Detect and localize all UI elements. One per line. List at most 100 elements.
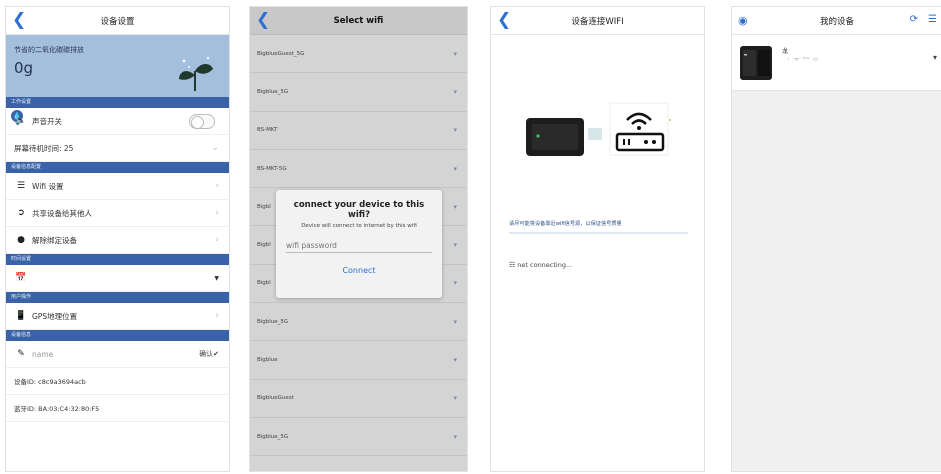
network-name: BS-MKT-5G bbox=[257, 165, 287, 172]
calendar-icon: 📅 bbox=[15, 273, 27, 283]
device-status-icons: ᛍ ᯤ ᴴᴰ ▭ bbox=[787, 57, 820, 63]
network-name: Bigbl bbox=[257, 280, 271, 287]
edit-icon: ✎ bbox=[17, 349, 25, 359]
wifi-network-item[interactable]: Bigblue_5G ▾ bbox=[250, 418, 467, 457]
network-name: Bigbl bbox=[257, 203, 271, 210]
network-name: Bigblue_5G bbox=[257, 88, 289, 95]
wifi-settings-row[interactable]: ☰ Wifi 设置 › bbox=[6, 173, 229, 200]
devices-title: 我的设备 bbox=[819, 16, 854, 27]
check-icon: ✔ bbox=[213, 350, 219, 358]
settings-header: ❮ 设备设置 bbox=[6, 7, 229, 35]
bluetooth-id-row: 蓝牙ID: BA:03:C4:32:80:F5 bbox=[6, 395, 229, 422]
settings-title: 设备设置 bbox=[100, 16, 135, 27]
wifi-title: Select wifi bbox=[333, 15, 384, 26]
sound-switch-row: 🔈 声音开关 bbox=[6, 108, 229, 135]
device-list-item[interactable]: 龙 ᛍ ᯤ ᴴᴰ ▭ ▾ bbox=[732, 35, 941, 91]
share-device-row[interactable]: ➲ 共享设备给其他人 › bbox=[6, 200, 229, 227]
wifi-settings-label: Wifi 设置 bbox=[32, 181, 64, 191]
wifi-signal-icon: ▾ bbox=[453, 49, 457, 58]
refresh-icon[interactable]: ⟳ bbox=[910, 14, 918, 25]
wifi-signal-icon: ▾ bbox=[453, 202, 457, 211]
wifi-signal-icon: ▾ bbox=[453, 241, 457, 250]
net-connecting-status: ☷ net connecting... bbox=[509, 261, 572, 269]
back-icon[interactable]: ❮ bbox=[12, 10, 26, 30]
signal-warning-text: 请尽可能将设备靠近wifi信号源，以保证信号质量 bbox=[509, 221, 622, 227]
wifi-network-item[interactable]: BigblueGuest_5G ▾ bbox=[250, 35, 467, 74]
unbind-device-label: 解除绑定设备 bbox=[32, 235, 77, 245]
gps-location-row[interactable]: 📱 GPS地理位置 › bbox=[6, 303, 229, 330]
wifi-network-item[interactable]: BS-MKT ▾ bbox=[250, 112, 467, 150]
confirm-button[interactable]: 确认✔ bbox=[199, 349, 219, 359]
device-name-input[interactable]: name bbox=[32, 350, 53, 359]
section-device-config: 设备信息配置 bbox=[6, 162, 229, 173]
wifi-network-item[interactable]: Bigblue ▾ bbox=[250, 341, 467, 380]
devices-header: ◉ 我的设备 ⟳ ☰ bbox=[732, 7, 941, 35]
dropdown-arrow-icon[interactable]: ▾ bbox=[933, 53, 937, 62]
confirm-label: 确认 bbox=[199, 350, 214, 358]
device-thumbnail bbox=[740, 46, 772, 80]
back-icon[interactable]: ❮ bbox=[497, 10, 511, 30]
connect-button[interactable]: Connect bbox=[286, 266, 432, 275]
chevron-right-icon: › bbox=[215, 181, 219, 191]
plant-icon bbox=[179, 56, 213, 91]
network-name: Bigblue_5G bbox=[257, 433, 289, 440]
section-device-info: 设备信息 bbox=[6, 330, 229, 341]
standby-time-row[interactable]: 屏幕待机时间: 25 ⌄ bbox=[6, 135, 229, 162]
connect-wifi-dialog: connect your device to this wifi? Device… bbox=[276, 190, 442, 298]
wifi-network-item[interactable]: Bigblue_5G ▾ bbox=[250, 73, 467, 112]
share-device-label: 共享设备给其他人 bbox=[32, 208, 92, 218]
section-time-settings: 时间设置 bbox=[6, 254, 229, 265]
device-name-row: ✎ name 确认✔ bbox=[6, 341, 229, 368]
section-user-actions: 用户操作 bbox=[6, 292, 229, 303]
wifi-password-input[interactable] bbox=[286, 239, 432, 253]
network-name: Bigblue bbox=[257, 357, 278, 364]
connect-header: ❮ 设备连接WIFI bbox=[491, 7, 704, 35]
wifi-signal-icon: ▾ bbox=[453, 356, 457, 365]
user-profile-icon[interactable]: ◉ bbox=[738, 14, 748, 27]
device-name: 龙 bbox=[782, 48, 789, 55]
chevron-right-icon: › bbox=[215, 311, 219, 321]
bluetooth-id: 蓝牙ID: BA:03:C4:32:80:F5 bbox=[14, 405, 100, 413]
unbind-device-row[interactable]: ● 解除绑定设备 › bbox=[6, 227, 229, 254]
wifi-icon: ☰ bbox=[16, 181, 26, 191]
speaker-icon: 🔈 bbox=[15, 116, 27, 126]
dialog-message: Device will connect to internet by this … bbox=[301, 223, 417, 229]
network-name: Bigblue_5G bbox=[257, 318, 289, 325]
wifi-signal-icon: ▾ bbox=[453, 126, 457, 135]
sound-switch-label: 声音开关 bbox=[32, 116, 62, 126]
net-connecting-label: net connecting... bbox=[517, 261, 573, 269]
device-wifi-connect-screen: ❮ 设备连接WIFI 请尽可能将设备靠近wifi信号源，以保证信号质量 ☷ ne… bbox=[490, 6, 705, 472]
device-settings-screen: ❮ 设备设置 节省的二氧化碳碳排放 0g 工作设置 💧 🔈 声音开关 屏幕待机时… bbox=[5, 6, 230, 472]
wifi-header: ❮ Select wifi bbox=[250, 7, 467, 35]
chevron-down-icon: ⌄ bbox=[211, 143, 219, 153]
time-row[interactable]: 📅 ▼ bbox=[6, 265, 229, 292]
select-wifi-screen: ❮ Select wifi BigblueGuest_5G ▾ Bigblue_5… bbox=[249, 6, 468, 472]
chevron-right-icon: › bbox=[215, 208, 219, 218]
standby-time-label: 屏幕待机时间: 25 bbox=[14, 143, 74, 153]
menu-list-icon[interactable]: ☰ bbox=[928, 14, 937, 25]
share-icon: ➲ bbox=[17, 208, 25, 218]
wifi-signal-icon: ▾ bbox=[453, 432, 457, 441]
device-id-row: 设备ID: c8c9a3694acb bbox=[6, 368, 229, 395]
wifi-signal-icon: ▾ bbox=[453, 87, 457, 96]
gps-device-icon: 📱 bbox=[15, 311, 27, 321]
wifi-network-item[interactable]: Bigblue_5G ▾ bbox=[250, 303, 467, 342]
network-name: BigblueGuest_5G bbox=[257, 50, 305, 57]
warning-underline bbox=[509, 232, 688, 234]
back-icon[interactable]: ❮ bbox=[256, 10, 270, 30]
network-name: BS-MKT bbox=[257, 127, 278, 134]
wifi-signal-icon: ▾ bbox=[453, 279, 457, 288]
co2-savings-panel: 节省的二氧化碳碳排放 0g bbox=[6, 35, 229, 97]
connect-title: 设备连接WIFI bbox=[571, 16, 624, 27]
sound-toggle[interactable] bbox=[189, 113, 215, 129]
minus-circle-icon: ● bbox=[17, 235, 25, 245]
gps-location-label: GPS地理位置 bbox=[32, 311, 78, 321]
device-id: 设备ID: c8c9a3694acb bbox=[14, 378, 86, 386]
network-name: BigblueGuest bbox=[257, 395, 294, 402]
network-name: Bigbl bbox=[257, 242, 271, 249]
network-icon: ☷ bbox=[509, 261, 516, 269]
wifi-network-item[interactable]: BS-MKT-5G ▾ bbox=[250, 150, 467, 189]
co2-label: 节省的二氧化碳碳排放 bbox=[14, 46, 84, 54]
wifi-signal-icon: ▾ bbox=[453, 394, 457, 403]
wifi-network-item[interactable]: BigblueGuest ▾ bbox=[250, 380, 467, 418]
